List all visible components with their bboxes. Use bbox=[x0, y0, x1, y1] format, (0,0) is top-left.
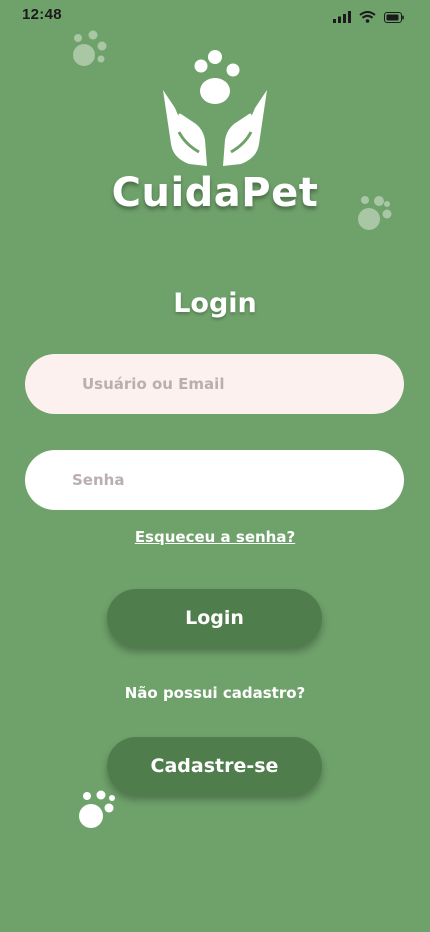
password-input[interactable] bbox=[25, 450, 404, 510]
username-input[interactable] bbox=[25, 354, 404, 414]
status-icons bbox=[333, 8, 404, 27]
status-bar: 12:48 bbox=[0, 0, 430, 32]
signup-button[interactable]: Cadastre-se bbox=[107, 737, 322, 795]
cellular-signal-icon bbox=[333, 8, 351, 27]
no-account-text: Não possui cadastro? bbox=[124, 684, 306, 702]
page-title: Login bbox=[173, 288, 257, 319]
paw-print-icon bbox=[77, 787, 121, 835]
wifi-icon bbox=[359, 8, 376, 27]
brand-name: CuidaPet bbox=[111, 170, 319, 216]
login-button[interactable]: Login bbox=[107, 589, 322, 647]
hands-holding-paw-icon bbox=[155, 48, 275, 177]
forgot-password-link[interactable]: Esqueceu a senha? bbox=[0, 528, 430, 546]
battery-icon bbox=[384, 8, 404, 27]
paw-print-icon bbox=[68, 28, 112, 76]
status-time: 12:48 bbox=[22, 6, 62, 23]
logo bbox=[155, 48, 275, 173]
